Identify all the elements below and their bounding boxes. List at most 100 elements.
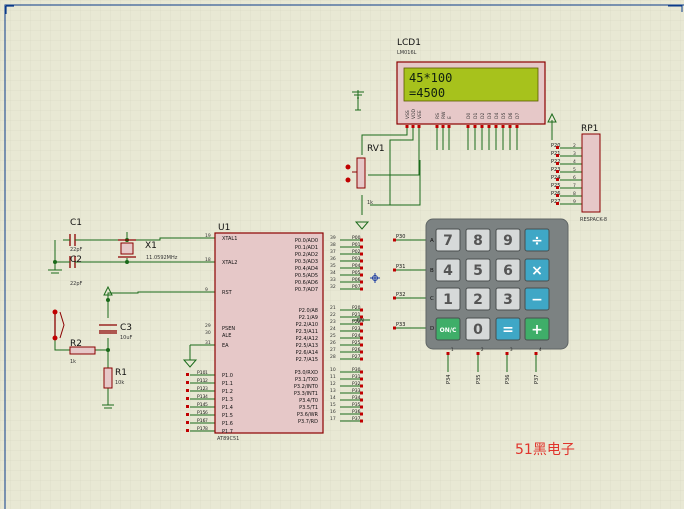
rp1-pin-number: 9: [573, 199, 576, 205]
keypad-key-label: ×: [531, 263, 543, 279]
mcu-pin-number: 25: [330, 333, 336, 339]
lcd-pin-d7: D7: [515, 113, 521, 119]
r2-ref-label: R2: [70, 339, 82, 349]
port-pin-marker: [360, 419, 363, 423]
rp1-pin-number: 4: [573, 159, 576, 165]
resistor-pack-rp1[interactable]: [581, 133, 601, 213]
keypad-key-14[interactable]: 0: [465, 317, 491, 341]
keypad-key-9[interactable]: 1: [435, 287, 461, 311]
keypad-key-13[interactable]: ON/C: [435, 317, 461, 341]
port-pin-marker: [360, 405, 363, 409]
lcd-line-1: 45*100: [409, 71, 452, 85]
mcu-pin-name: P1.6: [222, 421, 233, 427]
port-net-label: P31: [352, 374, 361, 380]
keypad-row-pin-marker: [393, 238, 396, 242]
keypad-key-16[interactable]: +: [524, 317, 550, 341]
keypad-key-10[interactable]: 2: [465, 287, 491, 311]
port-net-label: P30: [352, 367, 361, 373]
keypad-col-pin-marker: [446, 352, 450, 355]
mcu-pin-number: 39: [330, 235, 336, 241]
mcu-pin-number: 12: [330, 381, 336, 387]
keypad-row-net: P33: [396, 322, 405, 328]
mcu-pin-number: 18: [205, 257, 211, 263]
lcd-pin-vdd: VDD: [411, 108, 417, 119]
lcd-pin-marker: [480, 125, 484, 128]
mcu-pin-name: P3.1/TXD: [295, 377, 318, 383]
keypad-key-8[interactable]: ×: [524, 258, 550, 282]
port-pin-marker: [360, 391, 363, 395]
rv1-ref-label: RV1: [367, 144, 385, 154]
keypad-key-label: 0: [473, 322, 483, 338]
mcu-pin-number: 34: [330, 270, 336, 276]
rp1-pin-marker: [556, 146, 559, 149]
rv1-control-dot-2[interactable]: [345, 177, 351, 183]
port-pin-marker: [360, 273, 363, 277]
mcu-pin-name: P2.5/A13: [296, 343, 318, 349]
mcu-pin-number: 10: [330, 367, 336, 373]
mcu-pin-number: 11: [330, 374, 336, 380]
mcu-pin-name: P3.4/T0: [299, 398, 318, 404]
port-net-label: P02: [352, 249, 361, 255]
c3-value-label: 10uF: [120, 335, 133, 341]
keypad-key-3[interactable]: 9: [495, 228, 521, 252]
mcu-pin-name: P1.5: [222, 413, 233, 419]
port-net-label: P26: [352, 347, 361, 353]
keypad-key-7[interactable]: 6: [495, 258, 521, 282]
keypad-key-label: −: [531, 292, 543, 308]
port-pin-marker: [360, 350, 363, 354]
lcd-line-2: =4500: [409, 86, 445, 100]
keypad-key-6[interactable]: 5: [465, 258, 491, 282]
keypad-key-label: ON/C: [440, 327, 457, 334]
lcd-pin-rw: RW: [441, 111, 447, 119]
c1-ref-label: C1: [70, 218, 82, 228]
mcu-pin-number: 19: [205, 233, 211, 239]
port-net-label: P25: [352, 340, 361, 346]
rp1-model-label: RESPACK-8: [580, 217, 607, 223]
port-net-label: P35: [352, 402, 361, 408]
port-net-label: P37: [352, 416, 361, 422]
port-pin-marker: [360, 252, 363, 256]
keypad-key-4[interactable]: ÷: [524, 228, 550, 252]
mcu-pin-number: 37: [330, 249, 336, 255]
keypad-key-label: ÷: [531, 233, 543, 249]
keypad-key-1[interactable]: 7: [435, 228, 461, 252]
keypad-col-net: P35: [476, 375, 482, 384]
port-net-label: P04: [352, 263, 361, 269]
rv1-control-dot[interactable]: [345, 164, 351, 170]
mcu-pin-name: P0.0/AD0: [295, 238, 318, 244]
mcu-pin-number: 32: [330, 284, 336, 290]
mcu-pin-name: P0.6/AD6: [295, 280, 318, 286]
lcd-pin-marker: [494, 125, 498, 128]
mcu-pin-name: P2.6/A14: [296, 350, 318, 356]
rp1-ref-label: RP1: [581, 124, 598, 134]
mcu-pin-name: P2.2/A10: [296, 322, 318, 328]
port-pin-marker: [360, 343, 363, 347]
keypad-key-2[interactable]: 8: [465, 228, 491, 252]
keypad-key-5[interactable]: 4: [435, 258, 461, 282]
r1-ref-label: R1: [115, 368, 127, 378]
keypad-row-letter: C: [430, 296, 434, 302]
rp1-pin-number: 5: [573, 167, 576, 173]
mcu-pin-name: ALE: [222, 333, 231, 339]
keypad-key-12[interactable]: −: [524, 287, 550, 311]
port1-net-label: P11: [197, 378, 206, 384]
lcd-pin-marker: [501, 125, 505, 128]
rp1-pin-number: 7: [573, 183, 576, 189]
mcu-pin-number: 9: [205, 287, 208, 293]
r1-value-label: 10k: [115, 380, 124, 386]
lcd-pin-marker: [508, 125, 512, 128]
keypad-row-net: P32: [396, 292, 405, 298]
keypad-key-label: +: [531, 322, 543, 338]
keypad-key-label: 9: [503, 233, 513, 249]
schematic-canvas[interactable]: 45*100 =4500 LCD1 LM016L VSS VDD VEE RS RW E D…: [0, 0, 684, 509]
crystal-x1[interactable]: [118, 239, 136, 258]
keypad-row-net: P31: [396, 264, 405, 270]
resistor-r1[interactable]: [103, 367, 113, 389]
keypad-row-letter: A: [430, 238, 434, 244]
keypad-key-15[interactable]: =: [495, 317, 521, 341]
lcd-pin-marker: [466, 125, 470, 128]
keypad-col-pin-marker: [476, 352, 480, 355]
keypad-key-11[interactable]: 3: [495, 287, 521, 311]
keypad-col-pin-marker: [505, 352, 509, 355]
mcu-pin-number: 24: [330, 326, 336, 332]
